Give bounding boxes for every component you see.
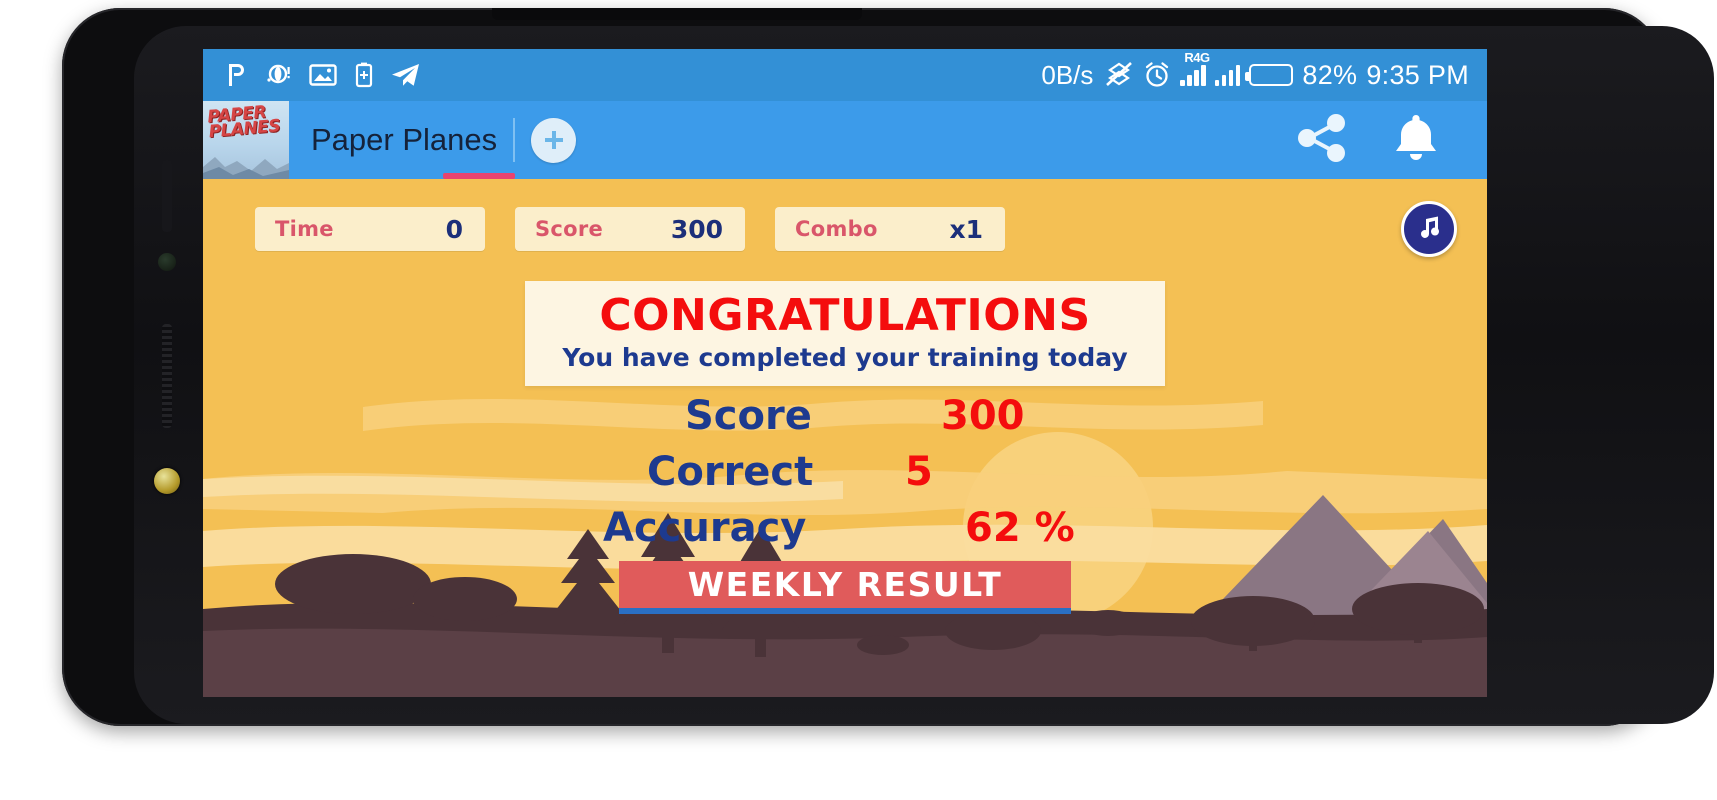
app-logo-line2: PLANES bbox=[207, 116, 281, 143]
fingerprint-sensor[interactable] bbox=[154, 468, 180, 494]
phone-frame: 0B/s R4G 82% 9:35 PM PAPER PLANES Paper … bbox=[62, 8, 1714, 726]
stat-time-label: Time bbox=[275, 217, 334, 241]
battery-icon bbox=[1245, 64, 1294, 86]
opera-icon bbox=[266, 62, 292, 88]
result-value-score: 300 bbox=[941, 393, 1025, 439]
result-value-correct: 5 bbox=[905, 449, 933, 495]
notifications-button[interactable] bbox=[1391, 111, 1441, 170]
weekly-result-button[interactable]: WEEKLY RESULT bbox=[619, 561, 1071, 608]
game-viewport: Time 0 Score 300 Combo x1 CONGRATULATION… bbox=[203, 179, 1487, 697]
phone-screen: 0B/s R4G 82% 9:35 PM PAPER PLANES Paper … bbox=[203, 49, 1487, 697]
plus-icon bbox=[544, 131, 563, 149]
stat-combo-value: x1 bbox=[949, 214, 983, 244]
app-logo: PAPER PLANES bbox=[207, 102, 285, 143]
music-note-icon bbox=[1421, 216, 1439, 238]
stat-score-value: 300 bbox=[670, 214, 723, 244]
app-bar-actions bbox=[1293, 111, 1487, 170]
congratulations-subtitle: You have completed your training today bbox=[562, 343, 1128, 373]
app-title: Paper Planes bbox=[311, 122, 498, 157]
thumbnail-scenery bbox=[203, 157, 289, 179]
status-bar: 0B/s R4G 82% 9:35 PM bbox=[203, 49, 1487, 101]
signal-bars-1 bbox=[1180, 64, 1206, 86]
stat-combo-label: Combo bbox=[795, 217, 878, 241]
weekly-result-underline bbox=[619, 608, 1071, 614]
battery-saver-icon bbox=[354, 62, 374, 88]
volume-button[interactable] bbox=[162, 160, 172, 232]
app-thumbnail[interactable]: PAPER PLANES bbox=[203, 101, 289, 179]
stat-time: Time 0 bbox=[255, 207, 485, 251]
bell-icon bbox=[1396, 114, 1436, 160]
app-bar: PAPER PLANES Paper Planes bbox=[203, 101, 1487, 179]
share-button[interactable] bbox=[1293, 112, 1349, 169]
telegram-icon bbox=[391, 62, 421, 88]
screenshot-icon bbox=[309, 63, 337, 87]
clock-label: 9:35 PM bbox=[1366, 59, 1469, 90]
congratulations-title: CONGRATULATIONS bbox=[599, 290, 1091, 341]
stat-score: Score 300 bbox=[515, 207, 745, 251]
stat-score-label: Score bbox=[535, 217, 604, 241]
result-label-correct: Correct bbox=[647, 449, 814, 495]
speaker-grill bbox=[162, 324, 172, 428]
result-row: Score 300 bbox=[595, 393, 1095, 439]
screenshot-root: 0B/s R4G 82% 9:35 PM PAPER PLANES Paper … bbox=[0, 0, 1717, 800]
signal-bars-2 bbox=[1214, 64, 1241, 86]
signal-type-label: R4G bbox=[1184, 50, 1210, 65]
result-label-accuracy: Accuracy bbox=[603, 505, 807, 551]
title-divider bbox=[513, 118, 516, 162]
camera-lens bbox=[158, 253, 176, 271]
result-label-score: Score bbox=[685, 393, 812, 439]
data-sync-off-icon bbox=[1104, 61, 1134, 89]
stat-combo: Combo x1 bbox=[775, 207, 1005, 251]
network-speed-label: 0B/s bbox=[1041, 59, 1094, 90]
alarm-icon bbox=[1143, 61, 1171, 89]
stat-time-value: 0 bbox=[445, 214, 463, 244]
result-row: Correct 5 bbox=[595, 449, 1095, 495]
result-row: Accuracy 62 % bbox=[595, 505, 1095, 551]
battery-percent-label: 82% bbox=[1302, 59, 1358, 90]
share-icon bbox=[1298, 113, 1345, 162]
result-value-accuracy: 62 % bbox=[965, 505, 1075, 551]
phone-notch bbox=[492, 8, 862, 20]
pinterest-icon bbox=[225, 62, 249, 88]
congratulations-panel: CONGRATULATIONS You have completed your … bbox=[525, 281, 1165, 387]
hud-stats: Time 0 Score 300 Combo x1 bbox=[255, 207, 1005, 251]
signal-sim1-icon: R4G bbox=[1180, 51, 1210, 86]
music-toggle-button[interactable] bbox=[1401, 201, 1457, 257]
add-button[interactable] bbox=[531, 117, 577, 163]
status-bar-notification-icons bbox=[225, 62, 421, 88]
results-list: Score 300 Correct 5 Accuracy 62 % bbox=[595, 393, 1095, 561]
status-bar-system-icons: 0B/s R4G 82% 9:35 PM bbox=[1041, 51, 1469, 91]
